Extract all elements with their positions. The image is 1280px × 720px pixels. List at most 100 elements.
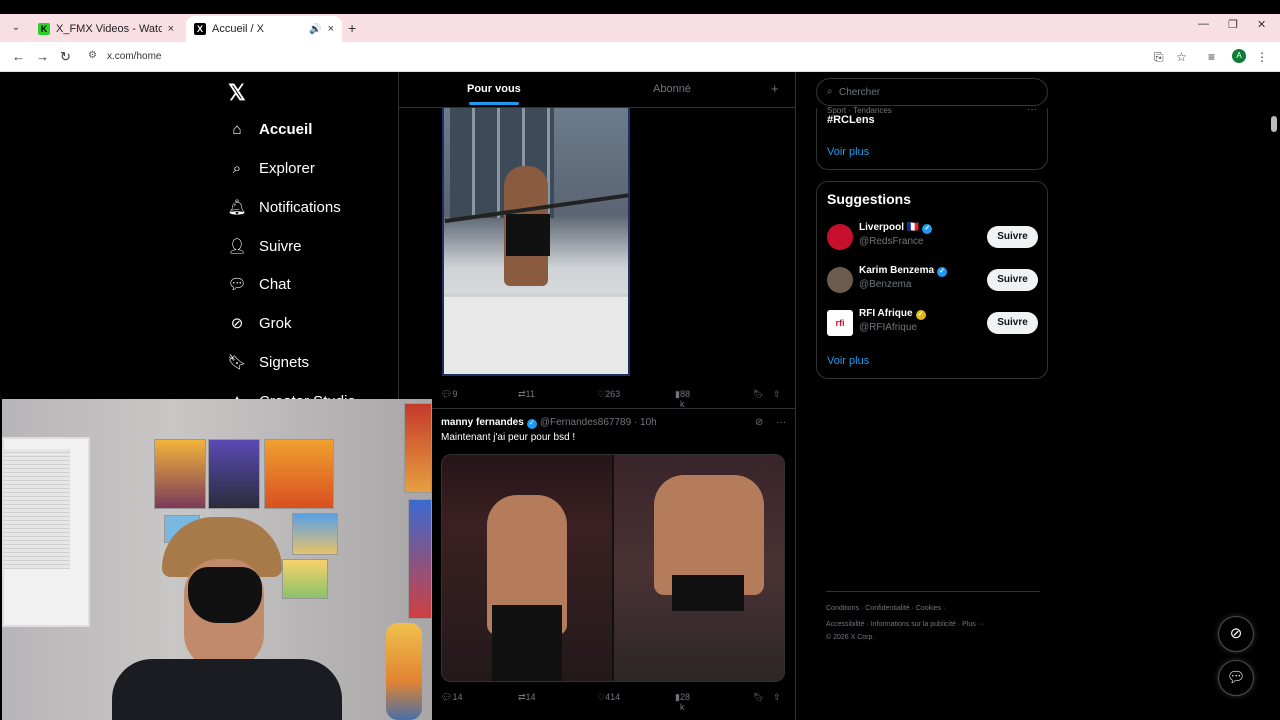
post-author-handle[interactable]: @Fernandes867789 (540, 417, 631, 428)
media-controls-icon[interactable]: ≡ (1208, 50, 1215, 64)
post-image-right[interactable] (614, 455, 784, 681)
bookmark-star-icon[interactable]: ☆ (1176, 50, 1187, 64)
tab-title: Accueil / X (212, 23, 264, 35)
reply-button[interactable]: 💬︎ 14 (441, 692, 462, 703)
suggestion-row[interactable]: Karim Benzema ✓ @Benzema Suivre (827, 265, 1039, 297)
view-count: 28 k (679, 692, 690, 712)
window-close-icon[interactable]: ✕ (1257, 18, 1266, 31)
verified-badge-icon: ✓ (526, 419, 537, 429)
x-favicon-icon: X (194, 23, 206, 35)
reply-button[interactable]: 💬︎ 9 (441, 389, 457, 400)
grok-fab-icon[interactable]: ⊘ (1218, 616, 1254, 652)
tab-close-icon[interactable]: × (168, 23, 174, 35)
follow-button[interactable]: Suivre (987, 269, 1038, 291)
sidebar-item-grok[interactable]: ⊘ Grok (228, 311, 292, 335)
rfi-logo-icon[interactable]: rfi (827, 310, 853, 336)
suggestion-row[interactable]: Liverpool 🇫🇷 ✓ @RedsFrance Suivre (827, 222, 1039, 254)
sidebar-item-accueil[interactable]: ⌂ Accueil (228, 117, 312, 141)
browser-tab-fmx[interactable]: K X_FMX Videos - Watch On-Den × (30, 16, 182, 42)
sidebar-item-chat[interactable]: 💬︎ Chat (227, 272, 291, 296)
chat-icon: 💬︎ (227, 276, 247, 293)
chat-fab-icon[interactable]: 💬︎ (1218, 660, 1254, 696)
footer-links-2[interactable]: Accessibilité · Informations sur la publ… (826, 621, 1046, 628)
url-field[interactable]: ⚙ x.com/home (84, 46, 1194, 68)
minimize-icon[interactable]: — (1198, 18, 1209, 30)
tab-close-icon[interactable]: × (328, 23, 334, 35)
poster-shape (404, 403, 432, 493)
see-more-link[interactable]: Voir plus (827, 146, 869, 158)
scrollbar-thumb[interactable] (1271, 116, 1277, 132)
repost-button[interactable]: ⇄ 11 (518, 389, 535, 400)
like-button[interactable]: ♡ 263 (597, 389, 620, 400)
more-options-icon[interactable]: ··· (776, 417, 786, 428)
tab-search-chevron-icon[interactable]: ⌄ (8, 20, 24, 36)
reply-count: 9 (452, 389, 458, 399)
footer-divider (826, 591, 1040, 592)
bookmark-icon: 🔖︎ (227, 354, 247, 371)
views-button[interactable]: ▮ 28 k (675, 692, 690, 712)
maximize-icon[interactable]: ❐ (1228, 18, 1238, 31)
follow-icon: 👤︎ (227, 238, 247, 255)
post-image-grid (441, 454, 785, 682)
reload-icon[interactable]: ↻ (60, 49, 71, 65)
like-count: 263 (605, 389, 621, 399)
balcony-shape (444, 294, 628, 374)
suggestions-title: Suggestions (827, 191, 912, 207)
post-video-balcony[interactable] (442, 108, 630, 376)
profile-avatar[interactable]: A (1232, 49, 1246, 63)
like-count: 414 (605, 692, 621, 702)
avatar[interactable] (827, 267, 853, 293)
browser-tab-strip: ⌄ K X_FMX Videos - Watch On-Den × X Accu… (0, 14, 1280, 42)
home-icon: ⌂ (232, 120, 242, 138)
share-icon[interactable]: ⇧ (773, 389, 781, 400)
views-button[interactable]: ▮ 88 k (675, 389, 690, 409)
poster-shape (208, 439, 260, 509)
trunks-shape (672, 575, 744, 611)
browser-tab-x-home[interactable]: X Accueil / X 🔊 × (186, 16, 342, 42)
install-app-icon[interactable]: ⎘ (1154, 50, 1164, 65)
sidebar-item-label: Chat (259, 275, 291, 293)
repost-button[interactable]: ⇄ 14 (518, 692, 536, 703)
post-image-left[interactable] (442, 455, 612, 681)
view-count: 88 k (679, 389, 690, 409)
new-tab-button[interactable]: + (348, 20, 356, 36)
browser-menu-icon[interactable]: ⋮ (1256, 50, 1268, 64)
trends-box: Sport · Tendances ··· #RCLens Voir plus (816, 104, 1048, 170)
bookmark-icon[interactable]: 🔖︎ (753, 389, 764, 400)
speaker-icon[interactable]: 🔊 (309, 24, 321, 35)
sidebar-item-label: Suivre (259, 237, 302, 255)
page-scrollbar[interactable] (1268, 72, 1280, 720)
address-bar-row: ← → ↻ ⚙ x.com/home ⎘ ☆ ≡ ⋮ (0, 42, 1280, 72)
post-time[interactable]: · 10h (634, 417, 657, 428)
sidebar-item-label: Notifications (259, 198, 341, 216)
sidebar-item-explorer[interactable]: ⌕ Explorer (228, 156, 315, 180)
grok-icon[interactable]: ⊘ (755, 417, 763, 428)
site-info-icon[interactable]: ⚙ (88, 50, 97, 61)
forward-arrow-icon[interactable]: → (36, 49, 49, 64)
add-feed-icon[interactable]: + (771, 81, 779, 96)
avatar[interactable] (827, 224, 853, 250)
post-text: Maintenant j'ai peur pour bsd ! (441, 432, 576, 443)
search-input[interactable]: ⌕ Chercher (816, 78, 1048, 106)
back-arrow-icon[interactable]: ← (12, 49, 25, 64)
sidebar-item-notifications[interactable]: 🔔︎ Notifications (227, 195, 341, 219)
sidebar-item-label: Grok (259, 314, 292, 332)
x-logo-icon[interactable]: 𝕏 (228, 80, 246, 106)
follow-button[interactable]: Suivre (987, 226, 1038, 248)
bookmark-icon[interactable]: 🔖︎ (753, 692, 764, 703)
feed-right-divider (795, 72, 796, 720)
see-more-link[interactable]: Voir plus (827, 355, 869, 367)
sidebar-item-suivre[interactable]: 👤︎ Suivre (227, 234, 302, 258)
sidebar-item-signets[interactable]: 🔖︎ Signets (227, 350, 309, 374)
like-button[interactable]: ♡ 414 (597, 692, 620, 703)
share-icon[interactable]: ⇧ (773, 692, 781, 703)
suggestion-row[interactable]: rfi RFI Afrique ✓ @RFIAfrique Suivre (827, 308, 1039, 340)
search-icon: ⌕ (827, 86, 833, 97)
trend-tag[interactable]: #RCLens (827, 114, 875, 126)
tab-abonne[interactable]: Abonné (653, 83, 691, 95)
post-author-name[interactable]: manny fernandes (441, 417, 524, 428)
search-placeholder: Chercher (839, 87, 881, 98)
tab-pour-vous[interactable]: Pour vous (467, 83, 521, 105)
footer-links-1[interactable]: Conditions · Confidentialité · Cookies · (826, 605, 1046, 612)
follow-button[interactable]: Suivre (987, 312, 1038, 334)
